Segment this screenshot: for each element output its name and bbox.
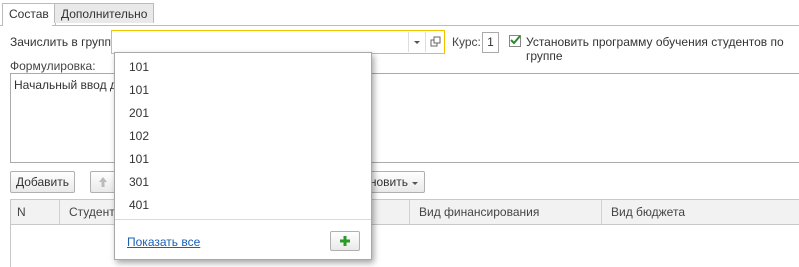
open-form-icon <box>430 36 441 47</box>
column-divider <box>59 200 60 224</box>
dropdown-item[interactable]: 101 <box>129 150 149 168</box>
column-header-financing[interactable]: Вид финансирования <box>419 200 539 224</box>
dropdown-add-button[interactable] <box>330 231 360 251</box>
group-open-button[interactable] <box>425 32 444 52</box>
course-value: 1 <box>487 35 494 49</box>
add-button[interactable]: Добавить <box>10 171 75 193</box>
column-header-n[interactable]: N <box>17 200 26 224</box>
check-icon <box>510 35 521 45</box>
dropdown-item[interactable]: 401 <box>129 196 149 214</box>
program-checkbox-label: Установить программу обучения студентов … <box>526 35 784 63</box>
group-dropdown-list: 101 101 201 102 101 301 401 Показать все <box>114 52 372 260</box>
chevron-down-icon <box>414 41 420 44</box>
formulation-label: Формулировка: <box>10 59 96 73</box>
group-field-label: Зачислить в группу: <box>10 35 121 49</box>
column-divider <box>409 200 410 224</box>
tab-dopolnitelno[interactable]: Дополнительно <box>54 3 155 23</box>
add-button-label: Добавить <box>15 175 70 189</box>
show-all-link[interactable]: Показать все <box>127 235 200 249</box>
course-label: Курс: <box>452 35 481 49</box>
dropdown-item[interactable]: 101 <box>129 81 149 99</box>
tab-underline <box>0 25 799 26</box>
tab-sostav[interactable]: Состав <box>2 3 56 26</box>
dropdown-divider <box>115 219 371 220</box>
arrow-up-icon <box>99 177 107 187</box>
active-tab-gap <box>3 24 52 27</box>
course-input[interactable]: 1 <box>482 32 499 53</box>
dropdown-item[interactable]: 102 <box>129 127 149 145</box>
column-divider <box>601 200 602 224</box>
plus-icon <box>340 236 350 246</box>
dropdown-item[interactable]: 201 <box>129 104 149 122</box>
column-header-budget[interactable]: Вид бюджета <box>611 200 685 224</box>
tab-sostav-label: Состав <box>9 7 49 21</box>
move-up-button[interactable] <box>90 171 116 193</box>
column-header-student[interactable]: Студент <box>69 200 115 224</box>
dropdown-item[interactable]: 301 <box>129 173 149 191</box>
dropdown-item[interactable]: 101 <box>129 58 149 76</box>
tab-dopolnitelno-label: Дополнительно <box>61 7 148 21</box>
chevron-down-icon <box>412 182 418 185</box>
group-dropdown-button[interactable] <box>408 32 425 52</box>
group-input[interactable] <box>111 30 445 54</box>
program-checkbox[interactable] <box>509 35 521 47</box>
